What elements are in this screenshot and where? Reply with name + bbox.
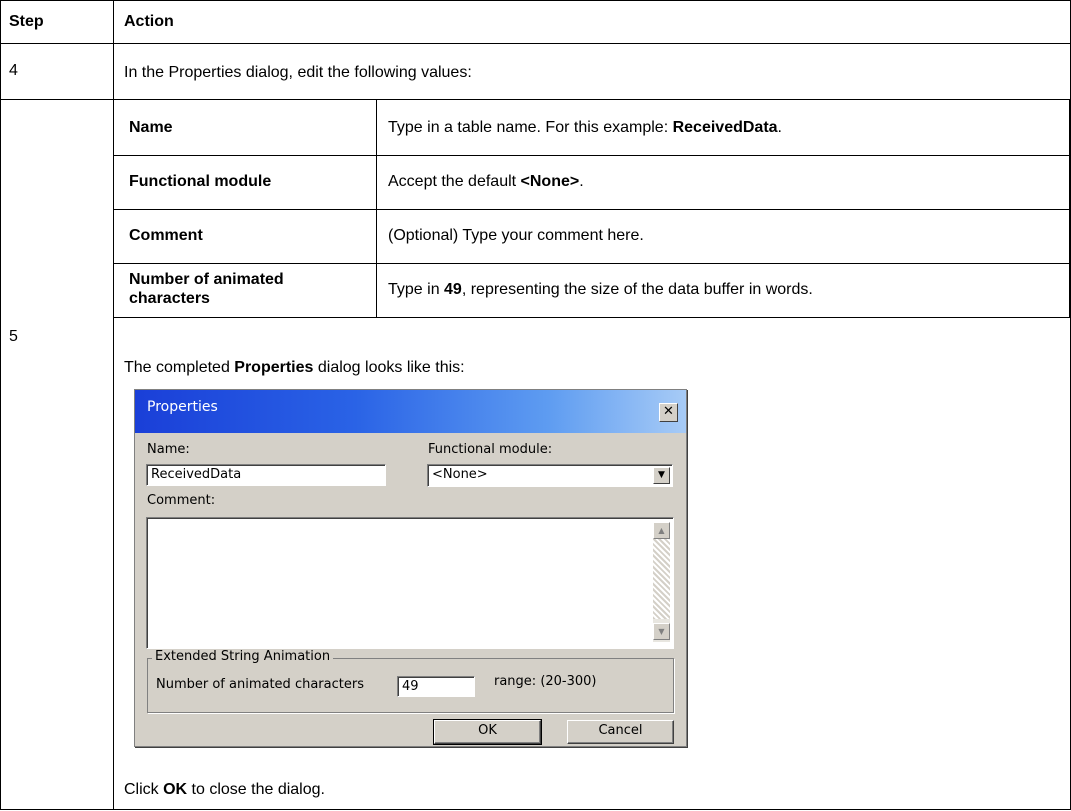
row5-outro: Click OK to close the dialog. bbox=[124, 781, 325, 798]
group-title: Extended String Animation bbox=[152, 649, 334, 664]
item-name-desc: Type in a table name. For this example: … bbox=[388, 119, 782, 136]
functional-module-select[interactable]: <None> ▼ bbox=[427, 464, 673, 487]
ok-button[interactable]: OK bbox=[433, 719, 542, 745]
name-label: Name: bbox=[147, 442, 190, 457]
comment-textarea[interactable]: ▲ ▼ bbox=[146, 517, 674, 649]
extended-string-animation-group: Extended String Animation Number of anim… bbox=[147, 649, 674, 713]
header-divider bbox=[0, 43, 1071, 44]
row5-intro: The completed Properties dialog looks li… bbox=[124, 359, 465, 376]
header-step: Step bbox=[9, 13, 44, 30]
properties-dialog: Properties ✕ Name: ReceivedData Function… bbox=[134, 389, 687, 747]
step-number: 5 bbox=[9, 328, 18, 345]
item-animated-label-line2: characters bbox=[129, 290, 210, 307]
scroll-down-button[interactable]: ▼ bbox=[653, 623, 670, 640]
row4-inner-line bbox=[114, 317, 1070, 318]
row-divider bbox=[0, 99, 1071, 100]
scroll-track[interactable] bbox=[653, 539, 670, 619]
row4-inner-right bbox=[1069, 100, 1070, 318]
animated-characters-input[interactable]: 49 bbox=[397, 676, 475, 697]
range-label: range: (20-300) bbox=[494, 674, 597, 689]
close-icon: ✕ bbox=[663, 404, 674, 419]
row4-intro: In the Properties dialog, edit the follo… bbox=[124, 64, 472, 81]
dropdown-button[interactable]: ▼ bbox=[653, 467, 670, 484]
item-name-label: Name bbox=[129, 119, 173, 136]
animated-characters-label: Number of animated characters bbox=[156, 677, 364, 692]
item-animated-desc: Type in 49, representing the size of the… bbox=[388, 281, 813, 298]
name-input[interactable]: ReceivedData bbox=[146, 464, 386, 486]
header-action: Action bbox=[124, 13, 174, 30]
dialog-titlebar[interactable]: Properties ✕ bbox=[135, 390, 686, 433]
row4-inner-line bbox=[114, 155, 1070, 156]
table-border-left bbox=[0, 0, 1, 810]
functional-module-value: <None> bbox=[432, 467, 488, 482]
comment-label: Comment: bbox=[147, 493, 216, 508]
arrow-up-icon: ▲ bbox=[658, 526, 665, 535]
close-button[interactable]: ✕ bbox=[659, 403, 678, 422]
arrow-down-icon: ▼ bbox=[658, 627, 665, 636]
row4-inner-left bbox=[113, 100, 114, 318]
item-module-desc: Accept the default <None>. bbox=[388, 173, 584, 190]
row4-inner-line bbox=[114, 209, 1070, 210]
table-border-bottom bbox=[0, 809, 1071, 810]
scroll-up-button[interactable]: ▲ bbox=[653, 522, 670, 539]
row4-inner-line bbox=[114, 263, 1070, 264]
table-border-top bbox=[0, 0, 1071, 1]
item-module-label: Functional module bbox=[129, 173, 272, 190]
item-comment-label: Comment bbox=[129, 227, 203, 244]
functional-module-label: Functional module: bbox=[428, 442, 553, 457]
comment-scrollbar[interactable]: ▲ ▼ bbox=[653, 522, 670, 642]
step-number: 4 bbox=[9, 62, 18, 79]
cancel-button[interactable]: Cancel bbox=[567, 720, 674, 744]
item-comment-desc: (Optional) Type your comment here. bbox=[388, 227, 644, 244]
chevron-down-icon: ▼ bbox=[658, 470, 665, 480]
dialog-title: Properties bbox=[147, 399, 218, 415]
item-animated-label-line1: Number of animated bbox=[129, 271, 284, 288]
row4-inner-column-divider bbox=[376, 100, 377, 318]
